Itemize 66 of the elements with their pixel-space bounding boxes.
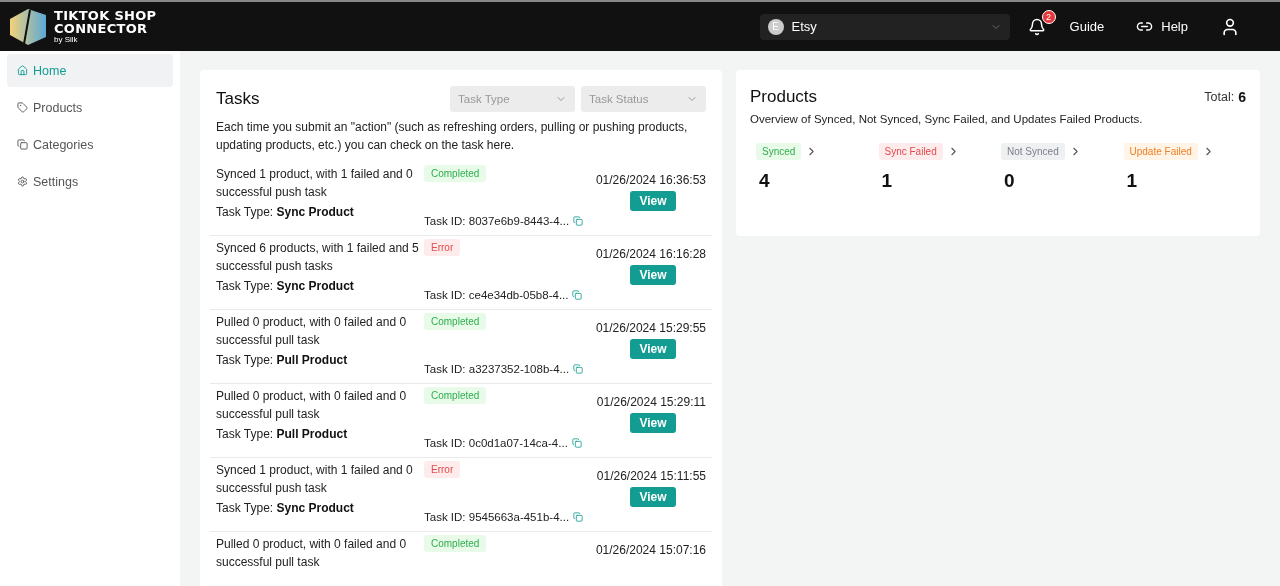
view-button[interactable]: View (630, 339, 676, 359)
status-tag[interactable]: Synced (756, 143, 802, 160)
status-tag: Completed (424, 313, 487, 330)
home-icon (17, 65, 28, 76)
task-type: Task Type: Sync Product (216, 204, 355, 221)
logo-title: TIKTOK SHOP (54, 9, 157, 22)
task-summary: Synced 1 product, with 1 failed and 0 successful push task (216, 166, 414, 201)
task-id: Task ID: 9545663a-451b-4... (424, 511, 570, 523)
tag-icon (17, 102, 28, 113)
user-icon[interactable] (1220, 16, 1240, 37)
notification-count: 2 (1041, 9, 1056, 24)
task-summary: Pulled 0 product, with 0 failed and 0 successful pull task (216, 314, 408, 349)
task-time: 01/26/2024 16:16:28 (595, 247, 706, 261)
products-description: Overview of Synced, Not Synced, Sync Failed, and Updates Failed Products. (750, 113, 1144, 125)
task-time: 01/26/2024 15:07:16 (595, 543, 706, 557)
tasks-description: Each time you submit an "action" (such as refreshing orders, pulling or pushing products, updating products, etc.) you can check on the task here. (216, 119, 689, 154)
product-count: 4 (758, 170, 771, 192)
sidebar-item[interactable]: Products (7, 91, 173, 124)
view-button[interactable]: View (630, 265, 676, 285)
view-button[interactable]: View (630, 191, 676, 211)
products-title: Products (750, 87, 819, 107)
task-id: Task ID: 8037e6b9-8443-4... (424, 215, 570, 227)
sidebar-item[interactable]: Settings (7, 165, 173, 198)
status-tag: Completed (424, 165, 487, 182)
status-tag: Completed (424, 535, 487, 552)
filter-select[interactable]: Task Status (581, 86, 706, 112)
view-button[interactable]: View (630, 487, 676, 507)
filter-select[interactable]: Task Type (450, 86, 575, 112)
task-type: Task Type: Pull Product (216, 352, 349, 369)
status-tag[interactable]: Sync Failed (878, 143, 943, 160)
total-value: 6 (1238, 89, 1246, 105)
task-type: Task Type: Sync Product (216, 500, 355, 517)
task-id: Task ID: ce4e34db-05b8-4... (424, 289, 569, 301)
store-name: Etsy (791, 19, 818, 34)
status-tag: Error (424, 239, 461, 256)
nav-link[interactable]: Guide (1069, 19, 1105, 34)
notification-bell-icon[interactable] (1027, 17, 1046, 36)
logo-subtitle: CONNECTOR (54, 22, 149, 35)
task-type: Task Type: Pull Product (216, 426, 349, 443)
task-time: 01/26/2024 15:11:55 (596, 469, 706, 483)
task-time: 01/26/2024 16:36:53 (595, 173, 706, 187)
logo-byline: by Silk (54, 36, 79, 44)
product-count: 0 (1003, 170, 1016, 192)
task-time: 01/26/2024 15:29:11 (596, 395, 706, 409)
task-id: Task ID: a3237352-108b-4... (424, 363, 570, 375)
settings-icon (17, 176, 28, 187)
tasks-title: Tasks (216, 89, 261, 109)
product-count: 1 (880, 170, 894, 192)
total-label: Total: (1204, 90, 1235, 104)
task-summary: Synced 6 products, with 1 failed and 5 successful push tasks (216, 240, 420, 275)
nav-link[interactable]: Help (1136, 18, 1188, 35)
task-time: 01/26/2024 15:29:55 (595, 321, 706, 335)
copy-icon (17, 139, 28, 150)
sidebar-item[interactable]: Categories (7, 128, 173, 161)
task-type: Task Type: Sync Product (216, 278, 355, 295)
task-summary: Synced 1 product, with 1 failed and 0 successful push task (216, 462, 414, 497)
status-tag[interactable]: Update Failed (1123, 143, 1198, 160)
product-count: 1 (1125, 170, 1139, 192)
status-tag: Error (424, 461, 461, 478)
sidebar-item[interactable]: Home (7, 54, 173, 87)
view-button[interactable]: View (630, 413, 676, 433)
task-summary: Pulled 0 product, with 0 failed and 0 successful pull task (216, 536, 408, 571)
status-tag: Completed (424, 387, 487, 404)
status-tag[interactable]: Not Synced (1001, 143, 1065, 160)
task-id: Task ID: 0c0d1a07-14ca-4... (424, 437, 568, 449)
task-summary: Pulled 0 product, with 0 failed and 0 successful pull task (216, 388, 408, 423)
